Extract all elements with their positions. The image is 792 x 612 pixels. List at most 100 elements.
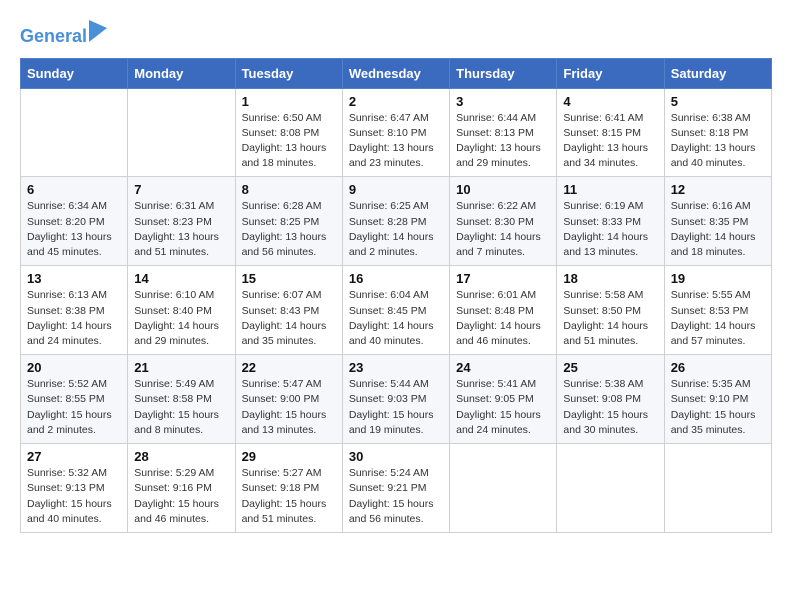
day-number: 30 <box>349 449 443 464</box>
calendar-cell: 1 Sunrise: 6:50 AM Sunset: 8:08 PM Daylig… <box>235 88 342 177</box>
day-info: Sunrise: 5:47 AM Sunset: 9:00 PM Dayligh… <box>242 377 336 438</box>
day-number: 28 <box>134 449 228 464</box>
day-info: Sunrise: 6:50 AM Sunset: 8:08 PM Dayligh… <box>242 111 336 172</box>
calendar-cell: 17 Sunrise: 6:01 AM Sunset: 8:48 PM Dayli… <box>450 266 557 355</box>
day-info: Sunrise: 6:28 AM Sunset: 8:25 PM Dayligh… <box>242 199 336 260</box>
calendar-cell: 29Sunrise: 5:27 AM Sunset: 9:18 PM Dayli… <box>235 444 342 533</box>
day-info: Sunrise: 6:31 AM Sunset: 8:23 PM Dayligh… <box>134 199 228 260</box>
day-number: 12 <box>671 182 765 197</box>
day-number: 11 <box>563 182 657 197</box>
day-header-sunday: Sunday <box>21 58 128 88</box>
calendar-cell: 8Sunrise: 6:28 AM Sunset: 8:25 PM Daylig… <box>235 177 342 266</box>
day-number: 27 <box>27 449 121 464</box>
day-number: 25 <box>563 360 657 375</box>
calendar-cell: 24 Sunrise: 5:41 AM Sunset: 9:05 PM Dayli… <box>450 355 557 444</box>
day-info: Sunrise: 5:38 AM Sunset: 9:08 PM Dayligh… <box>563 377 657 438</box>
day-info: Sunrise: 6:44 AM Sunset: 8:13 PM Dayligh… <box>456 111 550 172</box>
calendar-cell: 18 Sunrise: 5:58 AM Sunset: 8:50 PM Dayli… <box>557 266 664 355</box>
day-number: 29 <box>242 449 336 464</box>
day-info: Sunrise: 5:32 AM Sunset: 9:13 PM Dayligh… <box>27 466 121 527</box>
calendar-cell: 19Sunrise: 5:55 AM Sunset: 8:53 PM Dayli… <box>664 266 771 355</box>
day-info: Sunrise: 6:10 AM Sunset: 8:40 PM Dayligh… <box>134 288 228 349</box>
day-info: Sunrise: 6:22 AM Sunset: 8:30 PM Dayligh… <box>456 199 550 260</box>
calendar-cell <box>21 88 128 177</box>
calendar-week-5: 27 Sunrise: 5:32 AM Sunset: 9:13 PM Dayli… <box>21 444 772 533</box>
day-info: Sunrise: 5:52 AM Sunset: 8:55 PM Dayligh… <box>27 377 121 438</box>
day-header-saturday: Saturday <box>664 58 771 88</box>
day-number: 26 <box>671 360 765 375</box>
calendar-cell <box>557 444 664 533</box>
day-number: 3 <box>456 94 550 109</box>
calendar-cell: 2 Sunrise: 6:47 AM Sunset: 8:10 PM Daylig… <box>342 88 449 177</box>
day-info: Sunrise: 6:16 AM Sunset: 8:35 PM Dayligh… <box>671 199 765 260</box>
day-number: 16 <box>349 271 443 286</box>
day-info: Sunrise: 5:58 AM Sunset: 8:50 PM Dayligh… <box>563 288 657 349</box>
calendar-cell: 4 Sunrise: 6:41 AM Sunset: 8:15 PM Daylig… <box>557 88 664 177</box>
day-number: 2 <box>349 94 443 109</box>
day-info: Sunrise: 6:01 AM Sunset: 8:48 PM Dayligh… <box>456 288 550 349</box>
day-header-friday: Friday <box>557 58 664 88</box>
calendar-table: SundayMondayTuesdayWednesdayThursdayFrid… <box>20 58 772 533</box>
day-number: 21 <box>134 360 228 375</box>
day-number: 4 <box>563 94 657 109</box>
day-info: Sunrise: 6:25 AM Sunset: 8:28 PM Dayligh… <box>349 199 443 260</box>
calendar-cell: 27 Sunrise: 5:32 AM Sunset: 9:13 PM Dayli… <box>21 444 128 533</box>
calendar-cell: 11 Sunrise: 6:19 AM Sunset: 8:33 PM Dayli… <box>557 177 664 266</box>
calendar-cell: 20 Sunrise: 5:52 AM Sunset: 8:55 PM Dayli… <box>21 355 128 444</box>
day-info: Sunrise: 5:41 AM Sunset: 9:05 PM Dayligh… <box>456 377 550 438</box>
calendar-week-3: 13 Sunrise: 6:13 AM Sunset: 8:38 PM Dayli… <box>21 266 772 355</box>
day-number: 18 <box>563 271 657 286</box>
day-number: 15 <box>242 271 336 286</box>
calendar-cell <box>128 88 235 177</box>
day-number: 9 <box>349 182 443 197</box>
day-info: Sunrise: 5:29 AM Sunset: 9:16 PM Dayligh… <box>134 466 228 527</box>
calendar-cell: 6Sunrise: 6:34 AM Sunset: 8:20 PM Daylig… <box>21 177 128 266</box>
day-info: Sunrise: 5:35 AM Sunset: 9:10 PM Dayligh… <box>671 377 765 438</box>
day-number: 10 <box>456 182 550 197</box>
calendar-cell: 28 Sunrise: 5:29 AM Sunset: 9:16 PM Dayli… <box>128 444 235 533</box>
day-number: 1 <box>242 94 336 109</box>
day-header-wednesday: Wednesday <box>342 58 449 88</box>
day-number: 5 <box>671 94 765 109</box>
day-number: 19 <box>671 271 765 286</box>
day-info: Sunrise: 5:24 AM Sunset: 9:21 PM Dayligh… <box>349 466 443 527</box>
calendar-cell: 14 Sunrise: 6:10 AM Sunset: 8:40 PM Dayli… <box>128 266 235 355</box>
calendar-week-1: 1 Sunrise: 6:50 AM Sunset: 8:08 PM Daylig… <box>21 88 772 177</box>
calendar-cell: 15 Sunrise: 6:07 AM Sunset: 8:43 PM Dayli… <box>235 266 342 355</box>
day-number: 14 <box>134 271 228 286</box>
logo: General <box>20 20 107 48</box>
day-header-tuesday: Tuesday <box>235 58 342 88</box>
calendar-cell: 26 Sunrise: 5:35 AM Sunset: 9:10 PM Dayli… <box>664 355 771 444</box>
day-info: Sunrise: 6:47 AM Sunset: 8:10 PM Dayligh… <box>349 111 443 172</box>
calendar-cell <box>664 444 771 533</box>
calendar-cell: 7 Sunrise: 6:31 AM Sunset: 8:23 PM Daylig… <box>128 177 235 266</box>
day-number: 23 <box>349 360 443 375</box>
day-info: Sunrise: 6:38 AM Sunset: 8:18 PM Dayligh… <box>671 111 765 172</box>
day-number: 20 <box>27 360 121 375</box>
day-info: Sunrise: 6:07 AM Sunset: 8:43 PM Dayligh… <box>242 288 336 349</box>
calendar-cell: 21Sunrise: 5:49 AM Sunset: 8:58 PM Dayli… <box>128 355 235 444</box>
calendar-week-2: 6Sunrise: 6:34 AM Sunset: 8:20 PM Daylig… <box>21 177 772 266</box>
calendar-header-row: SundayMondayTuesdayWednesdayThursdayFrid… <box>21 58 772 88</box>
calendar-cell: 10 Sunrise: 6:22 AM Sunset: 8:30 PM Dayli… <box>450 177 557 266</box>
calendar-cell: 30 Sunrise: 5:24 AM Sunset: 9:21 PM Dayli… <box>342 444 449 533</box>
day-info: Sunrise: 5:44 AM Sunset: 9:03 PM Dayligh… <box>349 377 443 438</box>
day-info: Sunrise: 6:34 AM Sunset: 8:20 PM Dayligh… <box>27 199 121 260</box>
calendar-cell: 13 Sunrise: 6:13 AM Sunset: 8:38 PM Dayli… <box>21 266 128 355</box>
day-info: Sunrise: 6:04 AM Sunset: 8:45 PM Dayligh… <box>349 288 443 349</box>
day-info: Sunrise: 6:41 AM Sunset: 8:15 PM Dayligh… <box>563 111 657 172</box>
calendar-cell: 5 Sunrise: 6:38 AM Sunset: 8:18 PM Daylig… <box>664 88 771 177</box>
day-number: 17 <box>456 271 550 286</box>
calendar-week-4: 20 Sunrise: 5:52 AM Sunset: 8:55 PM Dayli… <box>21 355 772 444</box>
calendar-cell: 9 Sunrise: 6:25 AM Sunset: 8:28 PM Daylig… <box>342 177 449 266</box>
day-number: 24 <box>456 360 550 375</box>
day-number: 13 <box>27 271 121 286</box>
day-info: Sunrise: 6:19 AM Sunset: 8:33 PM Dayligh… <box>563 199 657 260</box>
calendar-cell: 16 Sunrise: 6:04 AM Sunset: 8:45 PM Dayli… <box>342 266 449 355</box>
calendar-cell <box>450 444 557 533</box>
day-info: Sunrise: 6:13 AM Sunset: 8:38 PM Dayligh… <box>27 288 121 349</box>
day-header-thursday: Thursday <box>450 58 557 88</box>
calendar-cell: 23 Sunrise: 5:44 AM Sunset: 9:03 PM Dayli… <box>342 355 449 444</box>
day-number: 7 <box>134 182 228 197</box>
calendar-cell: 3 Sunrise: 6:44 AM Sunset: 8:13 PM Daylig… <box>450 88 557 177</box>
